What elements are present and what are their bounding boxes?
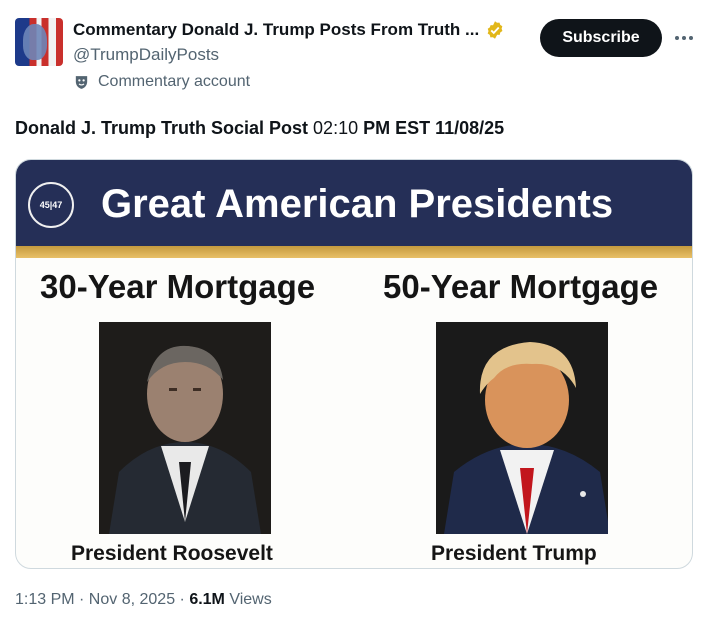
post-text-date: PM EST 11/08/25 xyxy=(363,118,505,138)
gold-stripe xyxy=(16,246,692,258)
left-caption: President Roosevelt xyxy=(71,542,273,565)
post-meta: 1:13 PM · Nov 8, 2025 · 6.1M Views xyxy=(15,591,272,609)
image-banner-title: Great American Presidents xyxy=(101,182,614,226)
roosevelt-portrait xyxy=(99,322,271,534)
author-name-row: Commentary Donald J. Trump Posts From Tr… xyxy=(73,20,505,40)
right-heading: 50-Year Mortgage xyxy=(383,268,659,305)
post-image[interactable]: 45|47 Great American Presidents 30-Year … xyxy=(15,159,693,569)
image-banner: 45|47 Great American Presidents xyxy=(16,160,692,246)
trump-portrait xyxy=(436,322,608,534)
subscribe-button[interactable]: Subscribe xyxy=(540,19,662,57)
account-label-text: Commentary account xyxy=(98,73,251,90)
avatar[interactable] xyxy=(15,18,63,66)
author-handle[interactable]: @TrumpDailyPosts xyxy=(73,45,219,65)
account-label[interactable]: Commentary account xyxy=(73,73,250,91)
more-options-icon[interactable] xyxy=(672,26,696,50)
left-heading: 30-Year Mortgage xyxy=(40,268,316,305)
views-label: Views xyxy=(224,591,272,608)
post-text: Donald J. Trump Truth Social Post 02:10 … xyxy=(15,118,504,139)
verified-badge-icon[interactable] xyxy=(485,20,505,40)
presidential-seal-icon: 45|47 xyxy=(28,182,74,228)
post-timestamp[interactable]: 1:13 PM · Nov 8, 2025 · xyxy=(15,591,189,608)
post-text-time: 02:10 xyxy=(308,118,364,138)
views-count[interactable]: 6.1M xyxy=(189,591,225,608)
commentary-mask-icon xyxy=(75,75,88,89)
right-caption: President Trump xyxy=(431,542,597,565)
post-text-title: Donald J. Trump Truth Social Post xyxy=(15,118,309,138)
avatar-face xyxy=(23,24,47,60)
author-display-name[interactable]: Commentary Donald J. Trump Posts From Tr… xyxy=(73,20,479,40)
